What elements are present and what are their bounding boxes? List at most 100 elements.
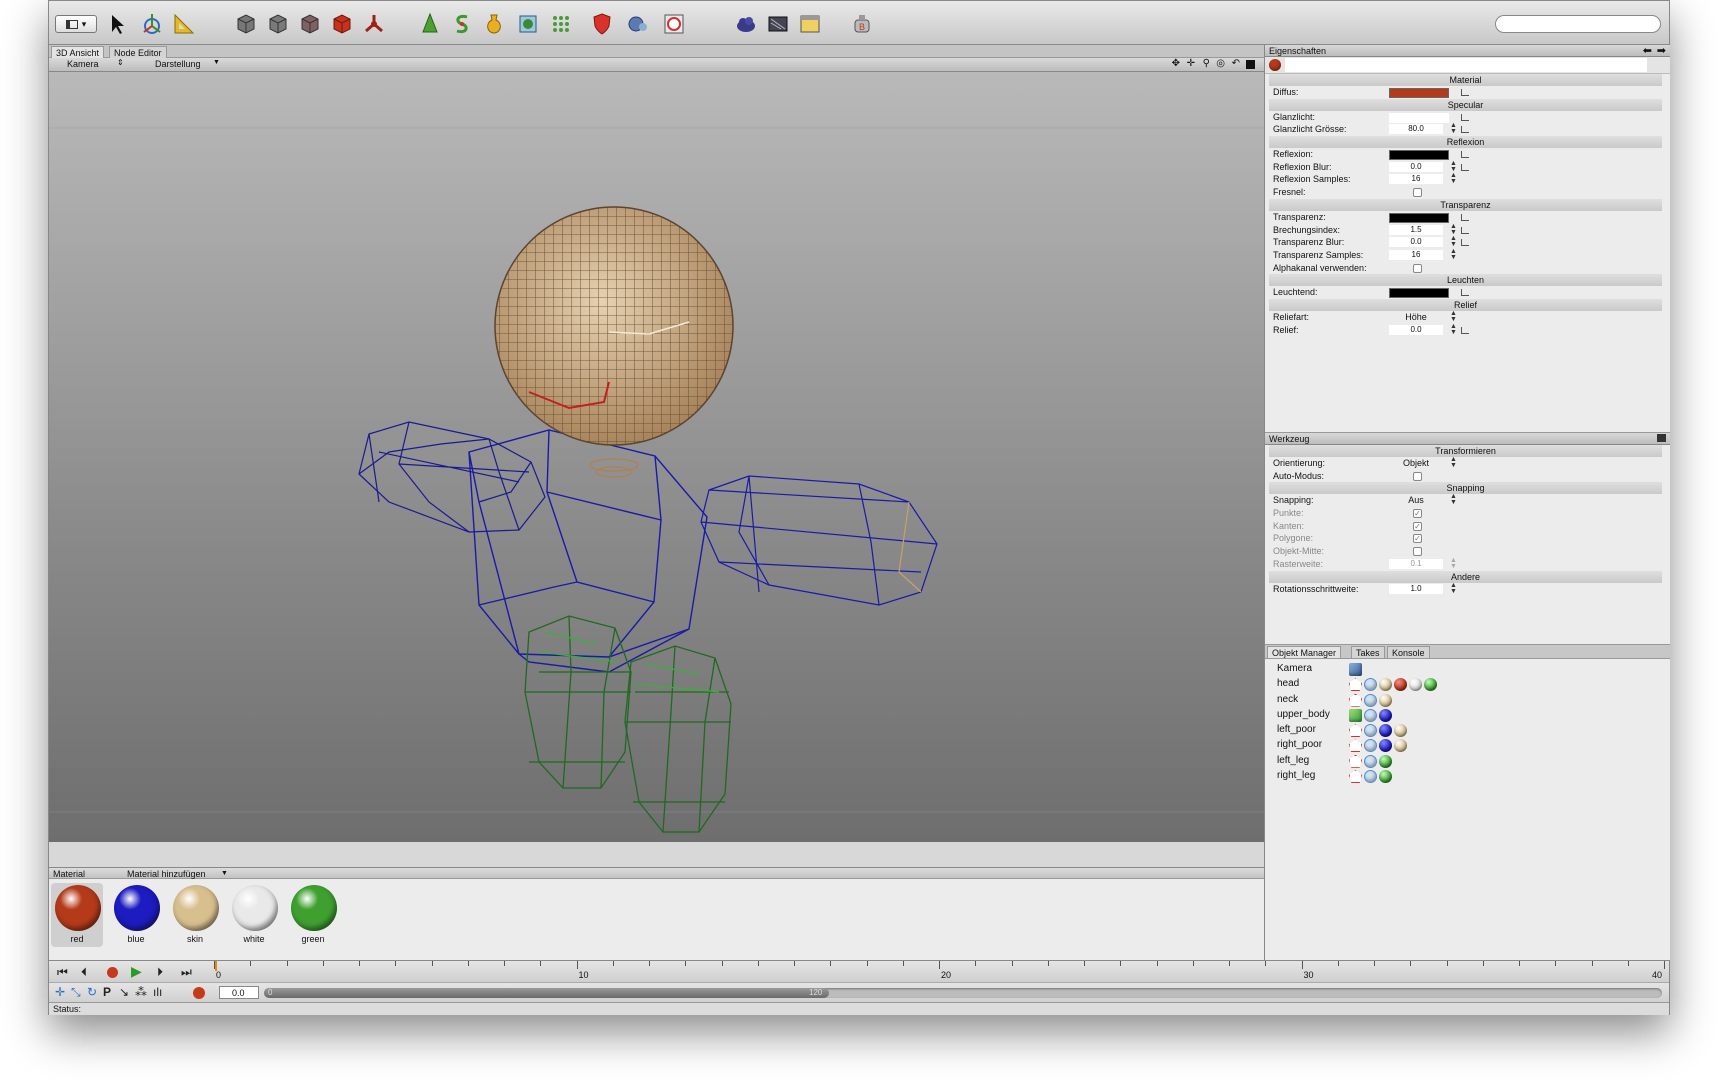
trans-samples-input[interactable]: 16 bbox=[1389, 249, 1443, 260]
refl-blur-input[interactable]: 0.0 bbox=[1389, 161, 1443, 172]
tab-3d-ansicht[interactable]: 3D Ansicht bbox=[51, 46, 105, 58]
stepper-icon[interactable]: ▲ ▼ bbox=[1450, 557, 1457, 570]
record-icon[interactable] bbox=[107, 967, 118, 978]
object-name[interactable]: right_poor bbox=[1277, 737, 1322, 752]
rotate-view-icon[interactable]: ✥ bbox=[1172, 58, 1180, 69]
spline-s-icon[interactable] bbox=[449, 11, 475, 37]
object-name[interactable]: upper_body bbox=[1277, 707, 1330, 722]
chevron-down-icon[interactable]: ▼ bbox=[221, 870, 228, 877]
search-input[interactable] bbox=[1495, 15, 1661, 33]
move-key-icon[interactable]: ✛ bbox=[55, 985, 65, 999]
stepper-icon[interactable]: ▲ ▼ bbox=[1450, 172, 1457, 185]
alpha-checkbox[interactable] bbox=[1413, 263, 1422, 273]
object-row[interactable]: upper_body bbox=[1265, 707, 1670, 722]
red-tag-icon[interactable] bbox=[1394, 678, 1407, 692]
texture-button[interactable] bbox=[1461, 226, 1469, 234]
orientierung-select[interactable]: Objekt bbox=[1389, 457, 1443, 470]
measure-tool-icon[interactable] bbox=[171, 11, 197, 37]
stepper-icon[interactable]: ▲ ▼ bbox=[1450, 235, 1457, 248]
tab-konsole[interactable]: Konsole bbox=[1387, 646, 1430, 658]
rotationsschritt-input[interactable]: 1.0 bbox=[1389, 583, 1443, 594]
scale-key-icon[interactable]: ⤡ bbox=[71, 985, 81, 1000]
goto-start-icon[interactable]: ⏮ bbox=[57, 965, 68, 980]
select-arrow-icon[interactable] bbox=[105, 11, 131, 37]
object-row[interactable]: left_poor bbox=[1265, 722, 1670, 738]
leuchtend-color-swatch[interactable] bbox=[1389, 288, 1449, 299]
object-row[interactable]: neck bbox=[1265, 692, 1670, 707]
forward-arrow-icon[interactable]: ➡ bbox=[1657, 45, 1666, 57]
render-bake-icon[interactable]: B bbox=[849, 11, 875, 37]
blue-tag-icon[interactable] bbox=[1379, 724, 1392, 738]
stepper-icon[interactable]: ▲ ▼ bbox=[1450, 248, 1457, 261]
emitter-icon[interactable] bbox=[361, 11, 387, 37]
texture-button[interactable] bbox=[1461, 126, 1469, 134]
brechung-input[interactable]: 1.5 bbox=[1389, 224, 1443, 235]
tab-node-editor[interactable]: Node Editor bbox=[109, 46, 167, 58]
texture-button[interactable] bbox=[1461, 289, 1469, 297]
undo-view-icon[interactable]: ↶ bbox=[1232, 58, 1240, 69]
goto-end-icon[interactable]: ⏭ bbox=[181, 965, 192, 980]
phong-tag-icon[interactable] bbox=[1349, 724, 1362, 738]
shield-deformer-icon[interactable] bbox=[589, 11, 615, 37]
stepper-icon[interactable]: ▲ ▼ bbox=[1450, 323, 1457, 336]
param-key-icon[interactable]: P bbox=[103, 985, 111, 999]
phong-tag-icon[interactable] bbox=[1349, 739, 1362, 753]
material-swatch-green[interactable]: green bbox=[287, 883, 339, 947]
uvw-tag-icon[interactable] bbox=[1364, 693, 1377, 707]
frame-range-slider[interactable]: 0 120 bbox=[264, 988, 1662, 998]
blue-tag-icon[interactable] bbox=[1379, 708, 1392, 722]
stepper-icon[interactable]: ▲ ▼ bbox=[1450, 223, 1457, 236]
fcurve-icon[interactable]: ılı bbox=[153, 985, 162, 999]
phong-tag-icon[interactable] bbox=[1349, 770, 1362, 784]
stepper-icon[interactable]: ▲ ▼ bbox=[1450, 310, 1457, 323]
zoom-view-icon[interactable]: ⚲ bbox=[1203, 58, 1210, 69]
cube-tag-icon[interactable] bbox=[1349, 708, 1362, 722]
morph-object-icon[interactable] bbox=[625, 11, 651, 37]
uvw-tag-icon[interactable] bbox=[1364, 708, 1377, 722]
skin-tag-icon[interactable] bbox=[1394, 724, 1407, 738]
material-preview-icon[interactable] bbox=[1269, 59, 1281, 71]
glanz-groesse-input[interactable]: 80.0 bbox=[1389, 124, 1443, 135]
stepper-icon[interactable]: ▲ ▼ bbox=[1450, 456, 1457, 469]
skin-tag-icon[interactable] bbox=[1394, 739, 1407, 753]
green-tag-icon[interactable] bbox=[1379, 754, 1392, 768]
object-name[interactable]: Kamera bbox=[1277, 661, 1312, 676]
object-row[interactable]: head bbox=[1265, 676, 1670, 692]
reflexion-color-swatch[interactable] bbox=[1389, 150, 1449, 161]
camera-tag-icon[interactable] bbox=[1349, 663, 1362, 676]
object-row[interactable]: right_leg bbox=[1265, 768, 1670, 784]
material-name-field[interactable] bbox=[1285, 58, 1647, 72]
uvw-tag-icon[interactable] bbox=[1364, 770, 1377, 784]
phong-tag-icon[interactable] bbox=[1349, 693, 1362, 707]
render-window-icon[interactable] bbox=[797, 11, 823, 37]
relief-input[interactable]: 0.0 bbox=[1389, 324, 1443, 335]
uvw-tag-icon[interactable] bbox=[1364, 754, 1377, 768]
step-forward-icon[interactable]: ⏵ bbox=[157, 965, 163, 980]
objekt-mitte-checkbox[interactable] bbox=[1413, 547, 1422, 557]
boolean-cube-icon[interactable] bbox=[515, 11, 541, 37]
tab-takes[interactable]: Takes bbox=[1351, 646, 1385, 658]
glanzlicht-color-swatch[interactable] bbox=[1389, 112, 1449, 123]
texture-button[interactable] bbox=[1461, 239, 1469, 247]
stepper-icon[interactable]: ▲ ▼ bbox=[1450, 122, 1457, 135]
chevron-down-icon[interactable]: ▼ bbox=[213, 59, 220, 66]
green-tag-icon[interactable] bbox=[1424, 678, 1437, 692]
camera-updown-icon[interactable]: ⇕ bbox=[117, 58, 124, 67]
frame-range-fill[interactable] bbox=[264, 988, 829, 998]
stepper-icon[interactable]: ▲ ▼ bbox=[1450, 160, 1457, 173]
light-tree-icon[interactable] bbox=[417, 11, 443, 37]
current-frame-input[interactable]: 0.0 bbox=[219, 986, 259, 999]
rasterweite-input[interactable]: 0.1 bbox=[1389, 558, 1443, 569]
center-view-icon[interactable]: ◎ bbox=[1216, 58, 1225, 69]
object-name[interactable]: head bbox=[1277, 676, 1299, 691]
uvw-tag-icon[interactable] bbox=[1364, 724, 1377, 738]
maximize-view-icon[interactable] bbox=[1246, 60, 1255, 69]
phong-tag-icon[interactable] bbox=[1349, 754, 1362, 768]
camera-menu[interactable]: Kamera bbox=[67, 59, 99, 69]
white-tag-icon[interactable] bbox=[1409, 678, 1422, 692]
polygone-checkbox[interactable]: ✓ bbox=[1413, 534, 1422, 544]
texture-button[interactable] bbox=[1461, 151, 1469, 159]
transparenz-color-swatch[interactable] bbox=[1389, 212, 1449, 223]
skin-tag-icon[interactable] bbox=[1379, 693, 1392, 707]
timeline-ruler[interactable]: 0 10 20 30 40 bbox=[214, 961, 1665, 983]
